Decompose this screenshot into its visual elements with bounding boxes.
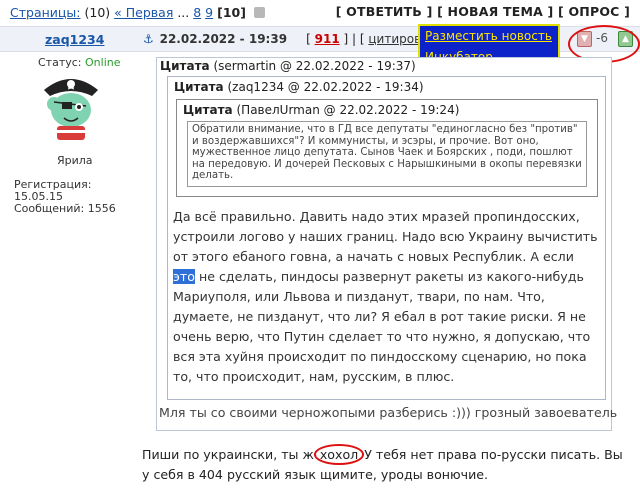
poll-button[interactable]: ОПРОС [568,4,619,19]
quote-3-meta: (ПавелUrman @ 22.02.2022 - 19:24) [236,103,460,117]
first-page-link[interactable]: « Первая [114,5,173,20]
quote-3-label: Цитата [183,103,233,117]
quote-2-label: Цитата [174,80,224,94]
anchor-icon[interactable]: ⚓ [143,32,154,46]
post-meta: ⚓ 22.02.2022 - 19:39 [ 911 ] | [ цитиров… [143,32,451,46]
reply-button[interactable]: ОТВЕТИТЬ [346,4,422,19]
page-9-link[interactable]: 9 [205,5,213,20]
quote-1-label: Цитата [160,59,210,73]
topic-actions: [ ОТВЕТИТЬ ] [ НОВАЯ ТЕМА ] [ ОПРОС ] [335,4,630,19]
page-jump-icon[interactable] [253,7,265,18]
quote-2-header: Цитата (zaq1234 @ 22.02.2022 - 19:34) [174,80,424,94]
new-topic-button[interactable]: НОВАЯ ТЕМА [448,4,543,19]
current-page: [10] [217,5,246,20]
quote-3-header: Цитата (ПавелUrman @ 22.02.2022 - 19:24) [183,103,459,117]
message-count: Сообщений: 1556 [14,202,116,215]
pagination: Страницы: (10) « Первая ... 8 9 [10] [10,5,265,20]
top-bar: Страницы: (10) « Первая ... 8 9 [10] [ О… [0,0,640,26]
quote-1-meta: (sermartin @ 22.02.2022 - 19:37) [213,59,416,73]
status-value: Online [85,56,121,69]
page-8-link[interactable]: 8 [193,5,201,20]
quote-1-text: Мля ты со своими черножопыми разберись :… [159,405,618,420]
quote-3-text: Обратили внимание, что в ГД все депутаты… [187,121,587,187]
quote-level-2: Цитата (zaq1234 @ 22.02.2022 - 19:34) Ци… [167,76,606,400]
user-stats: Регистрация: 15.05.15 Сообщений: 1556 [14,179,138,215]
circled-word: хохол [313,444,365,465]
quote-level-3: Цитата (ПавелUrman @ 22.02.2022 - 19:24)… [176,99,598,197]
quote-1-header: Цитата (sermartin @ 22.02.2022 - 19:37) [160,59,416,73]
avatar[interactable] [40,72,102,142]
registration-date: Регистрация: 15.05.15 [14,178,92,203]
post-body: Пиши по украински, ты ж хохол У тебя нет… [142,444,632,485]
pagination-ellipsis: ... [177,5,190,20]
status-label: Статус: [38,56,82,69]
quote-level-1: Цитата (sermartin @ 22.02.2022 - 19:37) … [156,57,617,431]
quote-2-text-part2: не сделать, пиндосы развернут ракеты из … [173,269,591,384]
quote-2-text: Да всё правильно. Давить надо этих мразе… [173,207,598,387]
post-author-link[interactable]: zaq1234 [45,32,104,47]
pagination-label[interactable]: Страницы: [10,5,81,20]
pagination-count: (10) [84,5,111,20]
post-date: 22.02.2022 - 19:39 [159,32,288,46]
dropdown-item-post-news[interactable]: Разместить новость [425,29,552,43]
quote-2-meta: (zaq1234 @ 22.02.2022 - 19:34) [227,80,424,94]
quote-2-text-part1: Да всё правильно. Давить надо этих мразе… [173,209,598,264]
post-body-part1: Пиши по украински, ты ж [142,447,318,462]
user-panel: Статус: Online Ярила Регистрация: 15.05.… [0,50,138,215]
user-status: Статус: Online [38,56,121,69]
avatar-caption: Ярила [57,154,93,167]
selected-text-highlight[interactable]: это [173,269,195,284]
post-number-link[interactable]: 911 [315,32,340,46]
